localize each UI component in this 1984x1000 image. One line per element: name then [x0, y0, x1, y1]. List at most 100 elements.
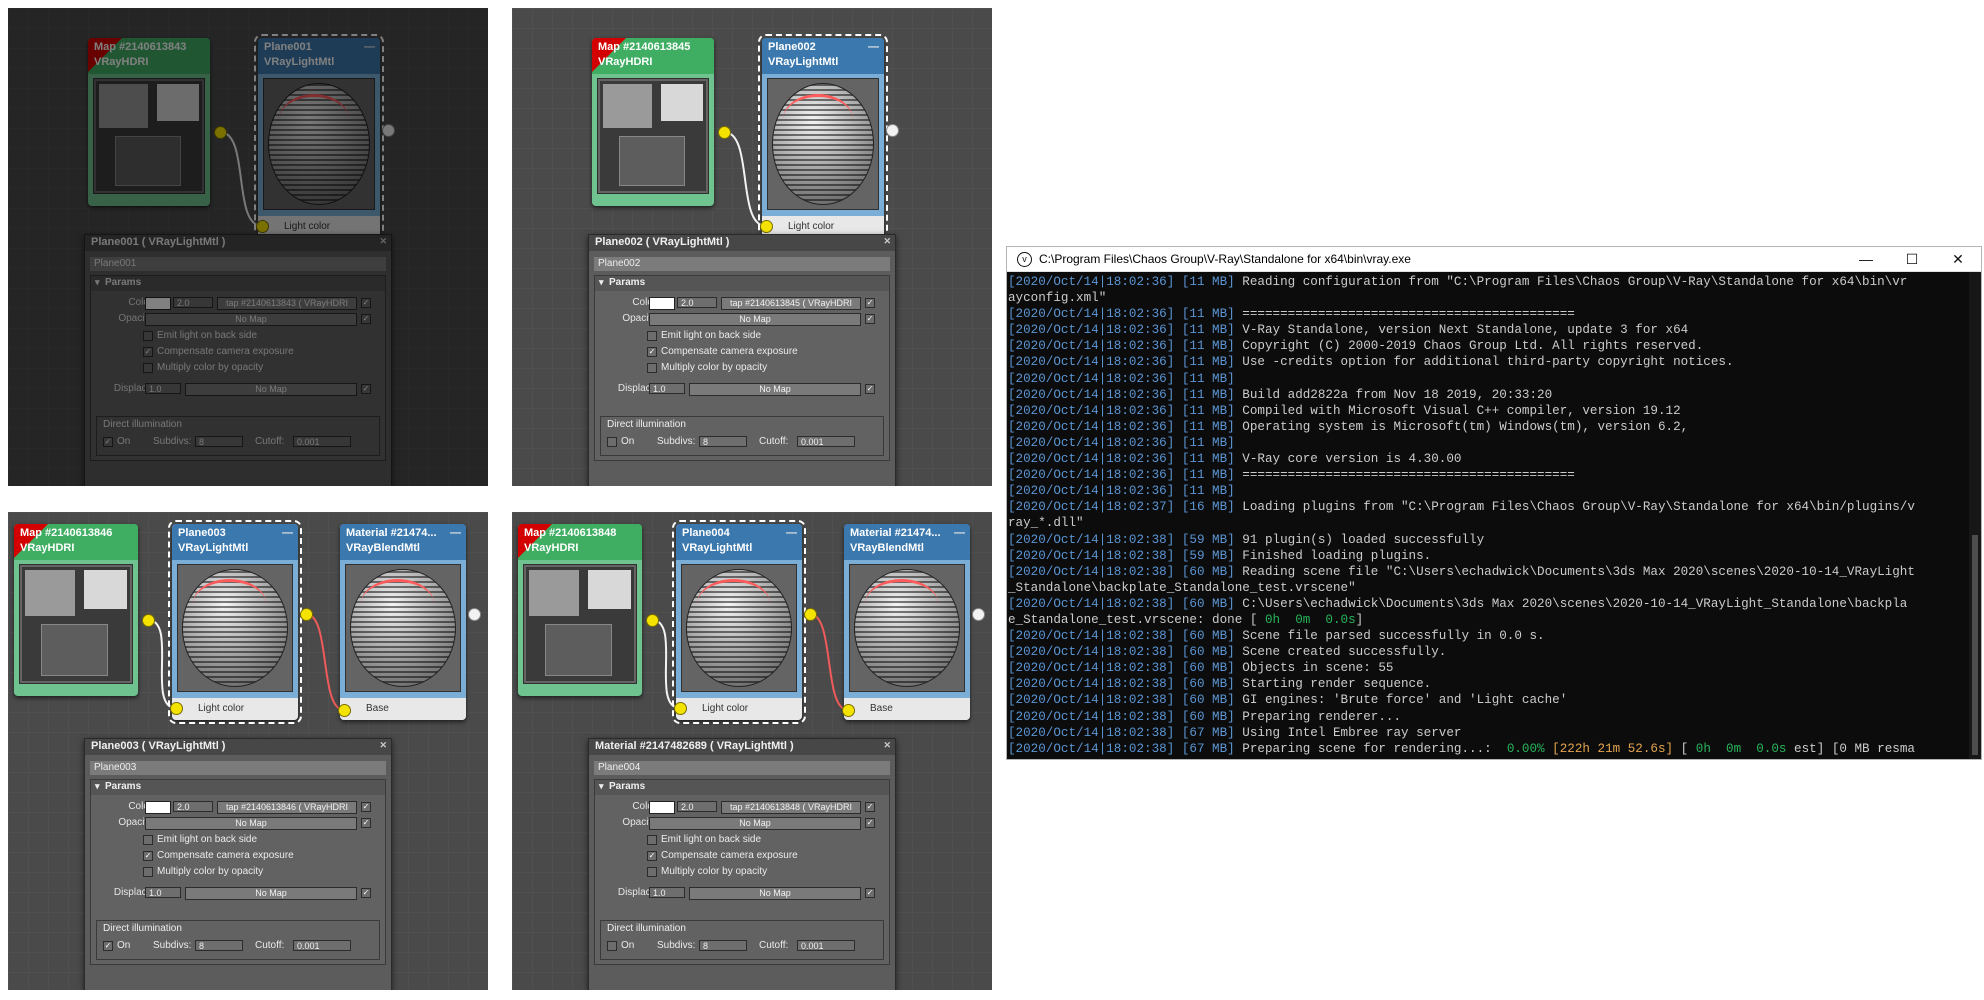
opacity-map-button[interactable]: No Map [145, 313, 357, 326]
multiply-opacity-checkbox[interactable] [647, 363, 657, 373]
node-header[interactable]: Material #21474... VRayBlendMtl — [844, 524, 970, 560]
direct-illumination-group[interactable]: Direct illumination On Subdivs: 8 Cutoff: 0.0… [600, 920, 884, 960]
close-icon[interactable]: ✕ [883, 740, 891, 751]
console-scrollbar[interactable] [1969, 272, 1981, 759]
params-group[interactable]: ParamsColor:2.0tap #2140613846 ( VRayHDR… [90, 779, 386, 965]
displace-map-button[interactable]: No Map [689, 383, 861, 396]
displace-map-button[interactable]: No Map [689, 887, 861, 900]
displace-map-toggle[interactable]: ✓ [361, 888, 371, 898]
color-multiplier-spinner[interactable]: 2.0 [173, 297, 213, 308]
on-checkbox[interactable]: ✓ [103, 437, 113, 447]
params-group-header[interactable]: Params [91, 780, 385, 795]
subdivs-spinner[interactable]: 8 [699, 940, 747, 951]
output-socket[interactable] [382, 124, 395, 137]
node-editor-view[interactable]: Map #2140613845 VRayHDRI Plane002 VRayLight… [512, 8, 992, 486]
rollout-title-bar[interactable]: Plane003 ( VRayLightMtl ) ✕ [85, 739, 391, 755]
cutoff-spinner[interactable]: 0.001 [293, 940, 351, 951]
on-checkbox[interactable]: ✓ [103, 941, 113, 951]
opacity-map-toggle[interactable]: ✓ [865, 314, 875, 324]
input-socket[interactable] [842, 704, 855, 717]
minimize-icon[interactable]: — [954, 526, 965, 541]
input-socket[interactable] [760, 220, 773, 233]
close-icon[interactable]: ✕ [1935, 247, 1981, 271]
output-socket[interactable] [214, 126, 227, 139]
minimize-icon[interactable]: — [868, 40, 879, 55]
subdivs-spinner[interactable]: 8 [195, 436, 243, 447]
color-map-button[interactable]: tap #2140613845 ( VRayHDRI [721, 297, 861, 310]
displace-spinner[interactable]: 1.0 [145, 887, 181, 898]
rollout-title-bar[interactable]: Material #2147482689 ( VRayLightMtl ) ✕ [589, 739, 895, 755]
params-group[interactable]: ParamsColor:2.0tap #2140613843 ( VRayHDR… [90, 275, 386, 461]
params-group-header[interactable]: Params [91, 276, 385, 291]
node-vraylightmtl[interactable]: Plane003 VRayLightMtl — Light color [168, 520, 302, 724]
node-editor-view[interactable]: Map #2140613843 VRayHDRI Plane001 VRayLight… [8, 8, 488, 486]
close-icon[interactable]: ✕ [379, 740, 387, 751]
output-socket[interactable] [646, 614, 659, 627]
params-group[interactable]: ParamsColor:2.0tap #2140613845 ( VRayHDR… [594, 275, 890, 461]
subdivs-spinner[interactable]: 8 [195, 940, 243, 951]
direct-illumination-group[interactable]: Direct illumination ✓ On Subdivs: 8 Cutoff: 0.… [96, 920, 380, 960]
input-socket[interactable] [170, 702, 183, 715]
on-checkbox[interactable] [607, 437, 617, 447]
node-slot-light-color[interactable]: Light color [676, 698, 802, 720]
node-editor-view[interactable]: Map #2140613846 VRayHDRI Plane003 VRayLight… [8, 512, 488, 990]
opacity-map-toggle[interactable]: ✓ [361, 818, 371, 828]
minimize-icon[interactable]: — [364, 40, 375, 55]
displace-map-button[interactable]: No Map [185, 887, 357, 900]
output-socket[interactable] [468, 608, 481, 621]
node-vrayblendmtl[interactable]: Material #21474... VRayBlendMtl — Base [844, 524, 970, 720]
color-multiplier-spinner[interactable]: 2.0 [677, 801, 717, 812]
minimize-icon[interactable]: — [1843, 247, 1889, 271]
emit-back-side-checkbox[interactable] [143, 835, 153, 845]
displace-map-button[interactable]: No Map [185, 383, 357, 396]
parameter-rollout[interactable]: Plane002 ( VRayLightMtl ) ✕ Plane002 Params… [588, 234, 896, 486]
color-swatch[interactable] [649, 297, 675, 310]
minimize-icon[interactable]: — [786, 526, 797, 541]
color-swatch[interactable] [145, 801, 171, 814]
node-vraylightmtl[interactable]: Plane004 VRayLightMtl — Light color [672, 520, 806, 724]
material-name-field[interactable]: Plane001 [90, 257, 386, 271]
opacity-map-button[interactable]: No Map [145, 817, 357, 830]
node-vrayblendmtl[interactable]: Material #21474... VRayBlendMtl — Base [340, 524, 466, 720]
parameter-rollout[interactable]: Plane003 ( VRayLightMtl ) ✕ Plane003 Params… [84, 738, 392, 990]
parameter-rollout[interactable]: Material #2147482689 ( VRayLightMtl ) ✕ Pl… [588, 738, 896, 990]
displace-map-toggle[interactable]: ✓ [361, 384, 371, 394]
compensate-exposure-checkbox[interactable]: ✓ [143, 347, 153, 357]
node-vrayhdri[interactable]: Map #2140613846 VRayHDRI [14, 524, 138, 696]
close-icon[interactable]: ✕ [379, 236, 387, 247]
output-socket[interactable] [300, 608, 313, 621]
color-map-toggle[interactable]: ✓ [865, 802, 875, 812]
color-map-toggle[interactable]: ✓ [361, 802, 371, 812]
node-header[interactable]: Plane003 VRayLightMtl — [172, 524, 298, 560]
console-titlebar[interactable]: v C:\Program Files\Chaos Group\V-Ray\Sta… [1007, 247, 1981, 272]
minimize-icon[interactable]: — [282, 526, 293, 541]
close-icon[interactable]: ✕ [883, 236, 891, 247]
color-map-toggle[interactable]: ✓ [865, 298, 875, 308]
node-header[interactable]: Map #2140613846 VRayHDRI [14, 524, 138, 560]
direct-illumination-group[interactable]: Direct illumination On Subdivs: 8 Cutoff: 0.0… [600, 416, 884, 456]
cutoff-spinner[interactable]: 0.001 [293, 436, 351, 447]
rollout-title-bar[interactable]: Plane001 ( VRayLightMtl ) ✕ [85, 235, 391, 251]
output-socket[interactable] [804, 608, 817, 621]
node-vrayhdri[interactable]: Map #2140613848 VRayHDRI [518, 524, 642, 696]
opacity-map-button[interactable]: No Map [649, 313, 861, 326]
output-socket[interactable] [972, 608, 985, 621]
emit-back-side-checkbox[interactable] [143, 331, 153, 341]
input-socket[interactable] [338, 704, 351, 717]
displace-map-toggle[interactable]: ✓ [865, 384, 875, 394]
color-map-button[interactable]: tap #2140613848 ( VRayHDRI [721, 801, 861, 814]
displace-spinner[interactable]: 1.0 [145, 383, 181, 394]
on-checkbox[interactable] [607, 941, 617, 951]
cutoff-spinner[interactable]: 0.001 [797, 436, 855, 447]
multiply-opacity-checkbox[interactable] [143, 363, 153, 373]
params-group-header[interactable]: Params [595, 276, 889, 291]
compensate-exposure-checkbox[interactable]: ✓ [647, 851, 657, 861]
node-header[interactable]: Map #2140613843 VRayHDRI [88, 38, 210, 74]
params-group-header[interactable]: Params [595, 780, 889, 795]
emit-back-side-checkbox[interactable] [647, 835, 657, 845]
color-multiplier-spinner[interactable]: 2.0 [173, 801, 213, 812]
node-slot-base[interactable]: Base [844, 698, 970, 720]
emit-back-side-checkbox[interactable] [647, 331, 657, 341]
color-swatch[interactable] [145, 297, 171, 310]
params-group[interactable]: ParamsColor:2.0tap #2140613848 ( VRayHDR… [594, 779, 890, 965]
